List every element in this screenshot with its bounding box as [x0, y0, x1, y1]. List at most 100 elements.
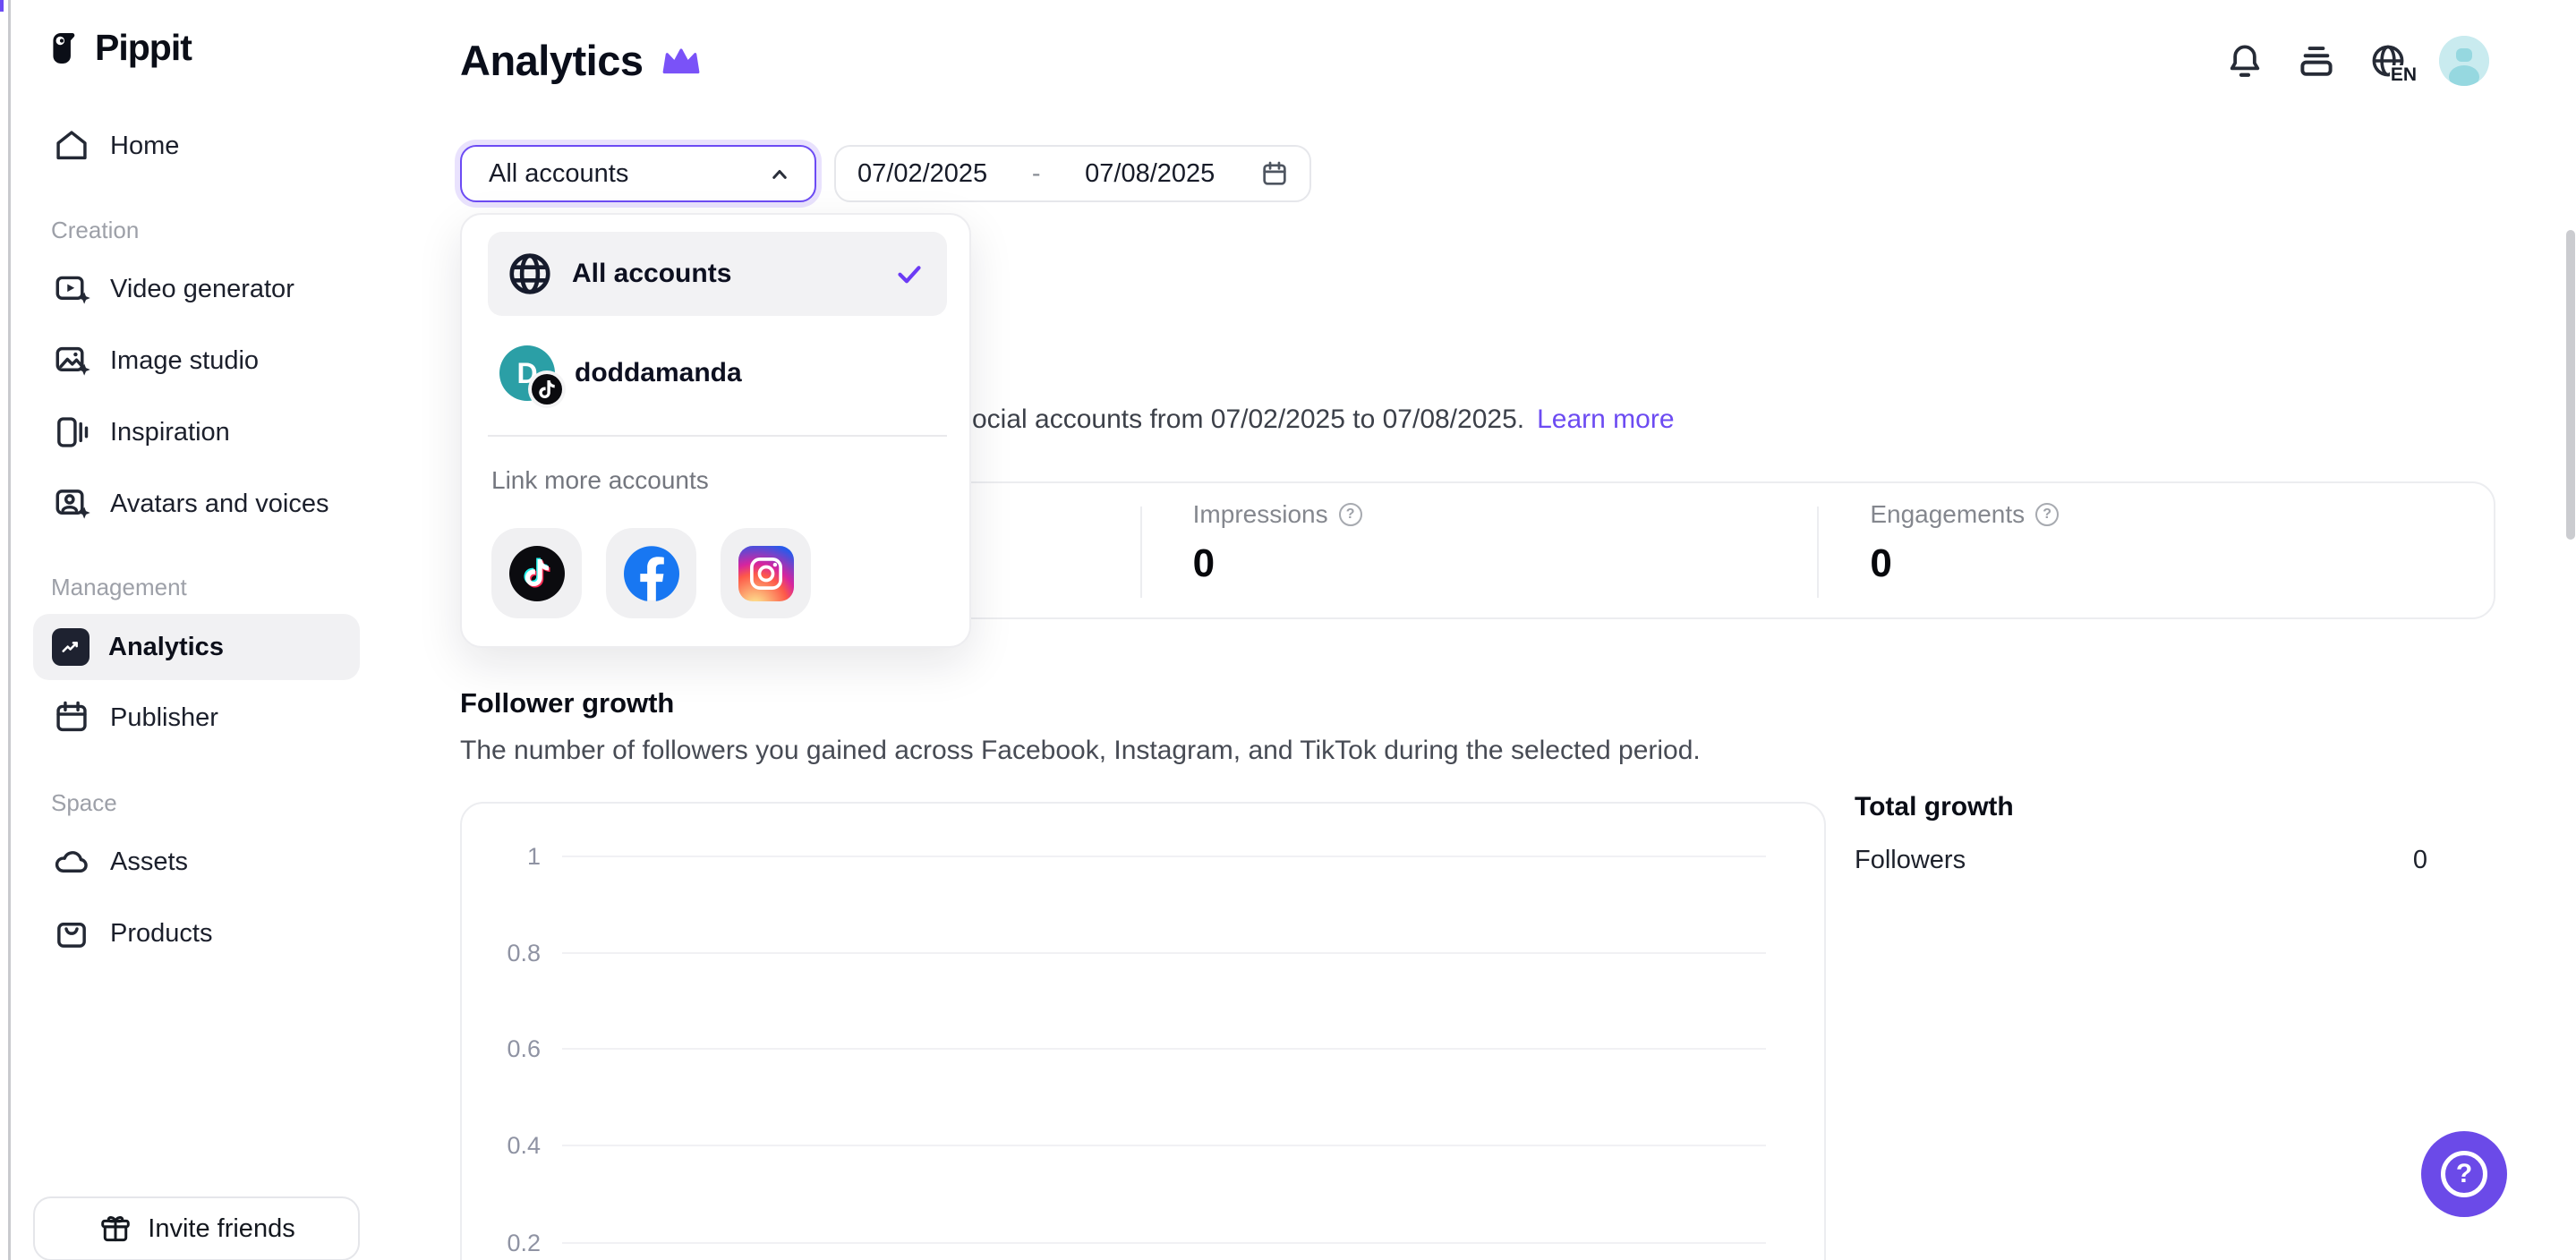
metric-value: 0	[1870, 541, 2494, 586]
sidebar-item-products[interactable]: Products	[33, 900, 360, 966]
gridline	[562, 856, 1766, 857]
screen-corner-artifact	[0, 0, 4, 12]
link-tiktok-button[interactable]	[491, 528, 582, 618]
follower-growth-title: Follower growth	[460, 687, 674, 719]
sidebar-item-label: Video generator	[110, 275, 294, 304]
pippit-analytics-page: Pippit Home Creation Video generator Ima…	[0, 0, 2576, 1260]
check-icon	[893, 258, 925, 290]
user-avatar[interactable]	[2439, 36, 2489, 86]
link-instagram-button[interactable]	[721, 528, 811, 618]
sidebar-section-creation: Creation	[51, 217, 139, 243]
link-facebook-button[interactable]	[606, 528, 696, 618]
date-range-picker[interactable]: 07/02/2025 - 07/08/2025	[834, 145, 1311, 202]
sidebar-item-assets[interactable]: Assets	[33, 829, 360, 895]
total-growth-label: Followers	[1855, 846, 1966, 875]
pippit-logo-icon	[45, 29, 84, 68]
account-select[interactable]: All accounts	[460, 145, 816, 202]
sidebar-item-label: Products	[110, 919, 212, 949]
date-start: 07/02/2025	[857, 159, 987, 189]
y-tick-label: 0.4	[462, 1132, 541, 1160]
sidebar-item-label: Inspiration	[110, 418, 230, 447]
account-select-value: All accounts	[489, 159, 628, 189]
chart-tick-row: 0.4	[462, 1132, 1824, 1159]
y-tick-label: 0.8	[462, 940, 541, 967]
publisher-icon	[52, 698, 91, 737]
video-generator-icon	[52, 269, 91, 309]
metric-label: Engagements	[1870, 500, 2025, 529]
language-code: EN	[2390, 65, 2418, 85]
window-edge-line	[8, 0, 11, 1260]
calendar-icon	[1259, 158, 1290, 189]
sidebar-item-label: Analytics	[108, 633, 224, 662]
header-actions: EN	[2224, 36, 2489, 86]
total-growth-row: Followers 0	[1855, 846, 2427, 875]
home-icon	[52, 126, 91, 166]
help-icon[interactable]: ?	[2035, 503, 2059, 526]
y-tick-label: 0.6	[462, 1035, 541, 1063]
link-more-accounts-label: Link more accounts	[491, 466, 709, 495]
sidebar-item-inspiration[interactable]: Inspiration	[33, 399, 360, 465]
sidebar-item-label: Image studio	[110, 346, 259, 376]
invite-friends-button[interactable]: Invite friends	[33, 1196, 360, 1260]
sidebar-item-image-studio[interactable]: Image studio	[33, 328, 360, 394]
gridline	[562, 1145, 1766, 1146]
help-button[interactable]: ?	[2421, 1131, 2507, 1217]
dropdown-divider	[488, 435, 947, 437]
analytics-icon	[52, 628, 90, 666]
crown-premium-icon	[661, 46, 702, 76]
sidebar-item-avatars-voices[interactable]: Avatars and voices	[33, 471, 360, 537]
sidebar-item-label: Home	[110, 132, 179, 161]
sidebar-item-label: Publisher	[110, 703, 218, 733]
dropdown-option-all-accounts[interactable]: All accounts	[488, 232, 947, 316]
gridline	[562, 952, 1766, 954]
gift-icon	[98, 1211, 133, 1247]
vertical-scrollbar-thumb[interactable]	[2566, 230, 2575, 540]
dropdown-option-label: doddamanda	[575, 358, 742, 388]
follower-growth-chart: 1 0.8 0.6 0.4 0.2	[460, 802, 1826, 1260]
metric-label: Impressions	[1193, 500, 1328, 529]
sidebar-item-label: Avatars and voices	[110, 490, 329, 519]
overview-description-text: ocial accounts from 07/02/2025 to 07/08/…	[972, 400, 1524, 439]
notifications-bell-icon[interactable]	[2224, 40, 2265, 81]
page-title: Analytics	[460, 36, 702, 85]
metric-divider	[1817, 507, 1819, 598]
products-icon	[52, 914, 91, 953]
link-accounts-row	[491, 528, 811, 618]
tiktok-badge-icon	[528, 370, 566, 408]
sidebar-item-analytics[interactable]: Analytics	[33, 614, 360, 680]
assets-icon	[52, 842, 91, 881]
sidebar-item-publisher[interactable]: Publisher	[33, 685, 360, 751]
overview-description: ocial accounts from 07/02/2025 to 07/08/…	[972, 400, 1675, 439]
account-avatar: D	[499, 345, 555, 401]
gridline	[562, 1242, 1766, 1244]
chart-tick-row: 0.8	[462, 940, 1824, 966]
globe-icon	[506, 250, 554, 298]
total-growth-value: 0	[2413, 846, 2427, 875]
metric-divider	[1140, 507, 1142, 598]
pippit-logo[interactable]: Pippit	[45, 27, 192, 69]
follower-growth-description: The number of followers you gained acros…	[460, 736, 1701, 766]
stack-orders-icon[interactable]	[2296, 40, 2337, 81]
chart-tick-row: 1	[462, 843, 1824, 870]
question-mark-icon: ?	[2441, 1151, 2487, 1197]
dropdown-option-label: All accounts	[572, 259, 731, 289]
sidebar-item-video-generator[interactable]: Video generator	[33, 256, 360, 322]
brand-name: Pippit	[95, 27, 192, 69]
account-dropdown-panel: All accounts D doddamanda Link more acco…	[460, 213, 971, 648]
inspiration-icon	[52, 413, 91, 452]
sidebar-section-space: Space	[51, 789, 117, 816]
sidebar-section-management: Management	[51, 574, 187, 600]
page-title-text: Analytics	[460, 36, 643, 85]
avatars-voices-icon	[52, 484, 91, 524]
learn-more-link[interactable]: Learn more	[1537, 400, 1674, 439]
metric-value: 0	[1193, 541, 1817, 586]
metric-column-engagements: Engagements ? 0	[1816, 483, 2494, 617]
y-tick-label: 0.2	[462, 1230, 541, 1257]
help-icon[interactable]: ?	[1339, 503, 1362, 526]
invite-friends-label: Invite friends	[148, 1214, 294, 1244]
sidebar-item-home[interactable]: Home	[33, 113, 360, 179]
dropdown-option-doddamanda[interactable]: D doddamanda	[488, 329, 947, 417]
total-growth-panel: Total growth Followers 0	[1855, 792, 2427, 875]
date-separator: -	[1032, 159, 1041, 189]
language-globe-icon[interactable]: EN	[2367, 40, 2409, 81]
